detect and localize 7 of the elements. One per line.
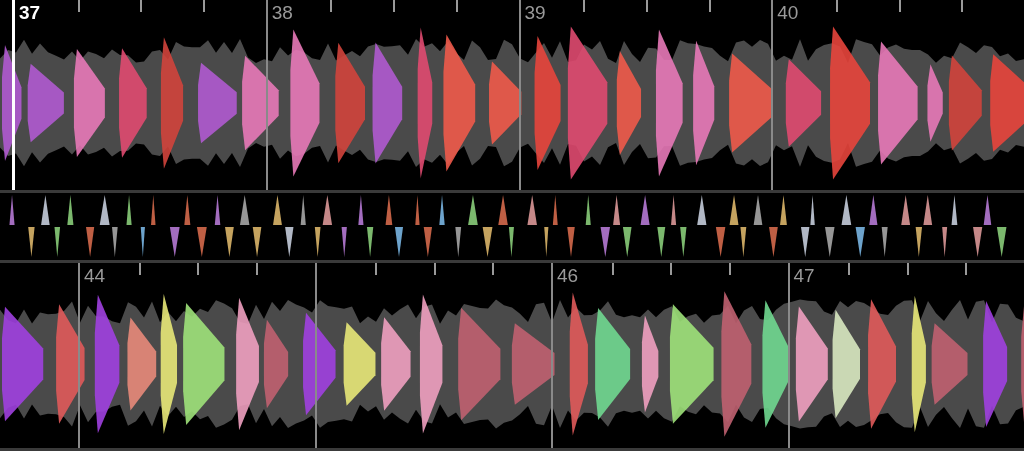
bar-number: 40	[777, 2, 799, 24]
bar-number: 39	[524, 2, 546, 24]
bar-number: 37	[19, 2, 41, 24]
bar-number: 47	[793, 264, 815, 287]
bar-number: 38	[271, 2, 293, 24]
bar-number: 44	[84, 264, 106, 287]
bar-number: 46	[557, 264, 579, 287]
